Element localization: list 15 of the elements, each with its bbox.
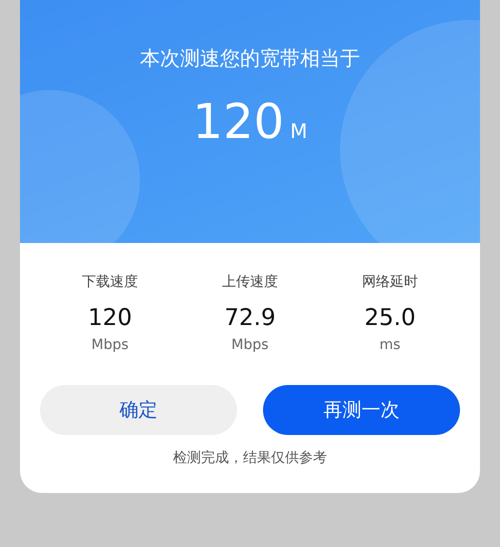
stat-unit: ms: [380, 337, 400, 353]
stat-unit: Mbps: [231, 337, 269, 353]
speed-value: 120: [192, 94, 284, 150]
stat-unit: Mbps: [91, 337, 129, 353]
stat-value: 25.0: [364, 305, 416, 331]
result-title: 本次测速您的宽带相当于: [140, 45, 360, 72]
confirm-button[interactable]: 确定: [40, 385, 237, 435]
footer-note: 检测完成，结果仅供参考: [172, 449, 328, 467]
stat-label: 下载速度: [82, 273, 138, 291]
speed-unit: M: [290, 119, 308, 143]
retest-button[interactable]: 再测一次: [263, 385, 460, 435]
stat-value: 72.9: [224, 305, 276, 331]
stat-label: 网络延时: [362, 273, 418, 291]
stat-value: 120: [88, 305, 132, 331]
stat-label: 上传速度: [222, 273, 278, 291]
